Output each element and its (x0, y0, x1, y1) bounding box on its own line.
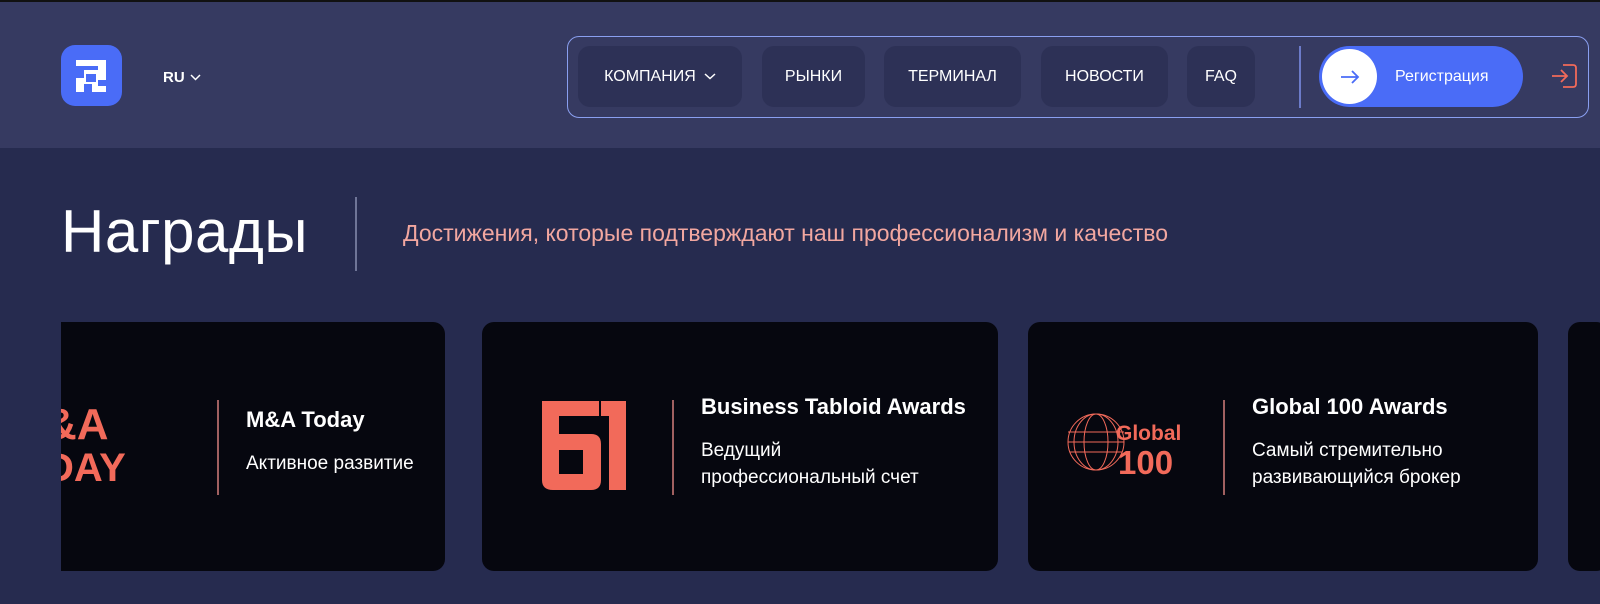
nav-item-news[interactable]: НОВОСТИ (1041, 46, 1168, 107)
nav-item-label: FAQ (1204, 67, 1237, 85)
award-desc: Активное развитие (246, 453, 414, 474)
award-desc-line: Самый стремительно (1252, 440, 1443, 461)
card-divider (1223, 400, 1225, 495)
award-desc: Самый стремительно развивающийся брокер (1252, 437, 1461, 491)
nav-item-company[interactable]: КОМПАНИЯ (578, 46, 742, 107)
brand-logo[interactable] (61, 45, 122, 106)
ma-today-logo-text-bottom: DAY (61, 446, 126, 490)
language-label: RU (163, 68, 185, 86)
global-100-logo-text-bottom: 100 (1118, 444, 1173, 480)
main-nav: КОМПАНИЯ РЫНКИ ТЕРМИНАЛ НОВОСТИ FAQ Реги… (567, 36, 1589, 118)
award-card-partial[interactable] (1568, 322, 1600, 571)
nav-item-label: НОВОСТИ (1065, 67, 1144, 85)
business-tabloid-logo (542, 401, 626, 490)
award-title: Global 100 Awards (1252, 394, 1448, 419)
nav-divider (1299, 46, 1301, 108)
award-title: M&A Today (246, 407, 365, 432)
award-desc-line: Ведущий (701, 440, 782, 461)
award-desc: Ведущий профессиональный счет (701, 437, 919, 491)
nav-item-label: РЫНКИ (784, 67, 843, 85)
register-label: Регистрация (1395, 68, 1489, 85)
page-subtitle: Достижения, которые подтверждают наш про… (403, 220, 1169, 246)
nav-item-faq[interactable]: FAQ (1187, 46, 1255, 107)
award-desc-line: профессиональный счет (701, 467, 919, 488)
language-selector[interactable]: RU (163, 66, 201, 88)
arrow-right-icon (1340, 69, 1359, 84)
nav-item-label: КОМПАНИЯ (604, 67, 696, 85)
award-desc-line: развивающийся брокер (1252, 467, 1461, 488)
nav-item-markets[interactable]: РЫНКИ (762, 46, 865, 107)
award-title: Business Tabloid Awards (701, 394, 966, 419)
register-button[interactable]: Регистрация (1319, 46, 1523, 107)
brand-logo-icon (75, 59, 106, 92)
chevron-down-icon (704, 73, 716, 80)
nav-item-terminal[interactable]: ТЕРМИНАЛ (884, 46, 1021, 107)
site-header: RU КОМПАНИЯ РЫНКИ ТЕРМИНАЛ НОВОСТИ FAQ Р… (0, 2, 1600, 148)
award-card-business-tabloid[interactable]: Business Tabloid Awards Ведущий професси… (482, 322, 998, 571)
award-card-global-100[interactable]: Global 100 Global 100 Awards Самый стрем… (1028, 322, 1538, 571)
register-arrow-circle (1322, 49, 1377, 104)
login-icon[interactable] (1549, 61, 1579, 91)
award-card-ma-today[interactable]: &A DAY M&A Today Активное развитие (61, 322, 445, 571)
global-100-logo-text-top: Global (1116, 422, 1181, 445)
ma-today-logo: &A DAY (61, 400, 126, 490)
global-100-logo: Global 100 (1067, 413, 1181, 480)
awards-carousel[interactable]: &A DAY M&A Today Активное развитие Busin… (61, 322, 1600, 572)
chevron-down-icon (190, 73, 201, 81)
card-divider (217, 400, 219, 495)
nav-item-label: ТЕРМИНАЛ (908, 67, 997, 85)
page-title: Награды (61, 198, 308, 265)
title-divider (355, 197, 357, 271)
ma-today-logo-text-top: &A (61, 400, 109, 449)
card-divider (672, 400, 674, 495)
